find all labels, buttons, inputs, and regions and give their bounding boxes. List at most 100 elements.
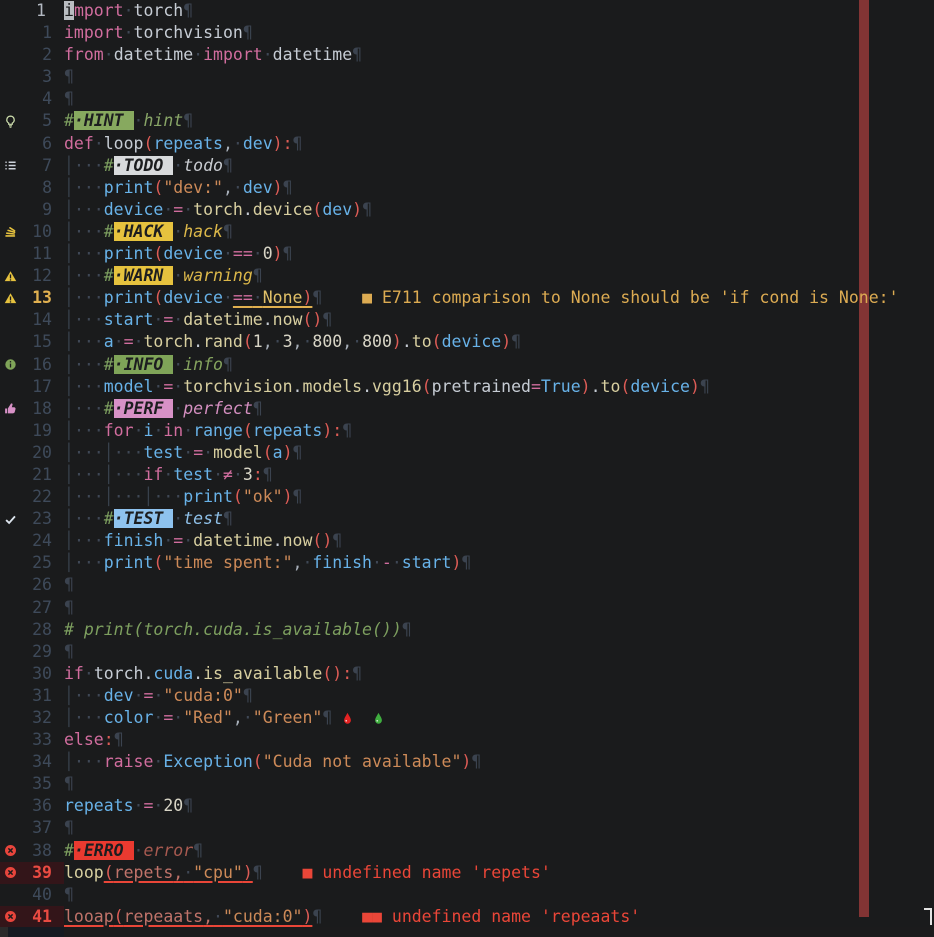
code-line[interactable]: 34│···raise·Exception("Cuda not availabl… — [0, 751, 934, 773]
code-line[interactable]: 19│···for·i·in·range(repeats):¶ — [0, 420, 934, 442]
code-line[interactable]: 39loop(repets,·"cpu")¶ ■ undefined name … — [0, 862, 934, 884]
line-number[interactable]: 28 — [26, 619, 64, 641]
line-number[interactable]: 4 — [26, 88, 64, 110]
line-number[interactable]: 12 — [26, 265, 64, 287]
gutter[interactable]: 13 — [0, 287, 64, 309]
code-line[interactable]: 32│···color·=·"Red",·"Green"¶ — [0, 707, 934, 729]
code-line[interactable]: 35¶ — [0, 773, 934, 795]
line-number[interactable]: 20 — [26, 442, 64, 464]
gutter[interactable]: 19 — [0, 420, 64, 442]
gutter[interactable]: 26 — [0, 574, 64, 596]
code-area[interactable]: 1import·torch¶1import·torchvision¶2from·… — [0, 0, 934, 928]
line-number[interactable]: 15 — [26, 331, 64, 353]
code-line[interactable]: 3¶ — [0, 66, 934, 88]
gutter[interactable]: 8 — [0, 177, 64, 199]
code-line[interactable]: 21│···│···if·test·≠·3:¶ — [0, 464, 934, 486]
line-number[interactable]: 9 — [26, 199, 64, 221]
code-line[interactable]: 15│···a·=·torch.rand(1,·3,·800,·800).to(… — [0, 331, 934, 353]
gutter[interactable]: 7 — [0, 155, 64, 177]
code-line[interactable]: 11│···print(device·==·0)¶ — [0, 243, 934, 265]
gutter[interactable]: 11 — [0, 243, 64, 265]
code-line[interactable]: 13│···print(device·==·None)¶ ■ E711 comp… — [0, 287, 934, 309]
gutter[interactable]: 9 — [0, 199, 64, 221]
line-number[interactable]: 7 — [26, 155, 64, 177]
gutter[interactable]: 21 — [0, 464, 64, 486]
code-line[interactable]: 22│···│···│···print("ok")¶ — [0, 486, 934, 508]
gutter[interactable]: 25 — [0, 552, 64, 574]
gutter[interactable]: 32 — [0, 707, 64, 729]
code-line[interactable]: 16│···#·INFO ·info¶ — [0, 354, 934, 376]
gutter[interactable]: 2 — [0, 44, 64, 66]
gutter[interactable]: 30 — [0, 663, 64, 685]
code-line[interactable]: 5#·HINT ·hint¶ — [0, 110, 934, 132]
line-number[interactable]: 39 — [26, 862, 64, 884]
gutter[interactable]: 3 — [0, 66, 64, 88]
code-line[interactable]: 38#·ERRO ·error¶ — [0, 840, 934, 862]
line-number[interactable]: 21 — [26, 464, 64, 486]
gutter[interactable]: 20 — [0, 442, 64, 464]
gutter[interactable]: 1 — [0, 22, 64, 44]
line-number[interactable]: 3 — [26, 66, 64, 88]
gutter[interactable]: 4 — [0, 88, 64, 110]
line-number[interactable]: 23 — [26, 508, 64, 530]
line-number[interactable]: 6 — [26, 133, 64, 155]
line-number[interactable]: 18 — [26, 398, 64, 420]
line-number[interactable]: 10 — [26, 221, 64, 243]
code-line[interactable]: 27¶ — [0, 597, 934, 619]
line-number[interactable]: 13 — [26, 287, 64, 309]
line-number[interactable]: 2 — [26, 44, 64, 66]
line-number[interactable]: 38 — [26, 840, 64, 862]
gutter[interactable]: 29 — [0, 641, 64, 663]
line-number[interactable]: 30 — [26, 663, 64, 685]
code-line[interactable]: 30if·torch.cuda.is_available():¶ — [0, 663, 934, 685]
code-line[interactable]: 9│···device·=·torch.device(dev)¶ — [0, 199, 934, 221]
gutter[interactable]: 23 — [0, 508, 64, 530]
code-line[interactable]: 7│···#·TODO ·todo¶ — [0, 155, 934, 177]
gutter[interactable]: 10 — [0, 221, 64, 243]
gutter[interactable]: 34 — [0, 751, 64, 773]
line-number[interactable]: 33 — [26, 729, 64, 751]
code-line[interactable]: 29¶ — [0, 641, 934, 663]
code-line[interactable]: 6def·loop(repeats,·dev):¶ — [0, 133, 934, 155]
gutter[interactable]: 24 — [0, 530, 64, 552]
code-line[interactable]: 4¶ — [0, 88, 934, 110]
gutter[interactable]: 35 — [0, 773, 64, 795]
gutter[interactable]: 37 — [0, 817, 64, 839]
line-number[interactable]: 5 — [26, 110, 64, 132]
line-number[interactable]: 27 — [26, 597, 64, 619]
code-line[interactable]: 37¶ — [0, 817, 934, 839]
line-number[interactable]: 41 — [26, 906, 64, 928]
gutter[interactable]: 14 — [0, 309, 64, 331]
gutter[interactable]: 31 — [0, 685, 64, 707]
code-line[interactable]: 24│···finish·=·datetime.now()¶ — [0, 530, 934, 552]
gutter[interactable]: 39 — [0, 862, 64, 884]
gutter[interactable]: 17 — [0, 376, 64, 398]
line-number[interactable]: 26 — [26, 574, 64, 596]
code-line[interactable]: 1import·torchvision¶ — [0, 22, 934, 44]
gutter[interactable]: 28 — [0, 619, 64, 641]
gutter[interactable]: 1 — [0, 0, 64, 22]
line-number[interactable]: 35 — [26, 773, 64, 795]
line-number[interactable]: 36 — [26, 795, 64, 817]
code-line[interactable]: 17│···model·=·torchvision.models.vgg16(p… — [0, 376, 934, 398]
gutter[interactable]: 15 — [0, 331, 64, 353]
line-number[interactable]: 22 — [26, 486, 64, 508]
code-line[interactable]: 36repeats·=·20¶ — [0, 795, 934, 817]
code-line[interactable]: 41looap(repeaats,·"cuda:0")¶ ■■ undefine… — [0, 906, 934, 928]
gutter[interactable]: 18 — [0, 398, 64, 420]
gutter[interactable]: 27 — [0, 597, 64, 619]
line-number[interactable]: 29 — [26, 641, 64, 663]
gutter[interactable]: 6 — [0, 133, 64, 155]
code-line[interactable]: 28# print(torch.cuda.is_available())¶ — [0, 619, 934, 641]
code-line[interactable]: 1import·torch¶ — [0, 0, 934, 22]
line-number[interactable]: 40 — [26, 884, 64, 906]
line-number[interactable]: 25 — [26, 552, 64, 574]
code-line[interactable]: 10│···#·HACK ·hack¶ — [0, 221, 934, 243]
gutter[interactable]: 22 — [0, 486, 64, 508]
line-number[interactable]: 11 — [26, 243, 64, 265]
gutter[interactable]: 12 — [0, 265, 64, 287]
line-number[interactable]: 17 — [26, 376, 64, 398]
line-number[interactable]: 16 — [26, 354, 64, 376]
code-line[interactable]: 23│···#·TEST ·test¶ — [0, 508, 934, 530]
gutter[interactable]: 33 — [0, 729, 64, 751]
